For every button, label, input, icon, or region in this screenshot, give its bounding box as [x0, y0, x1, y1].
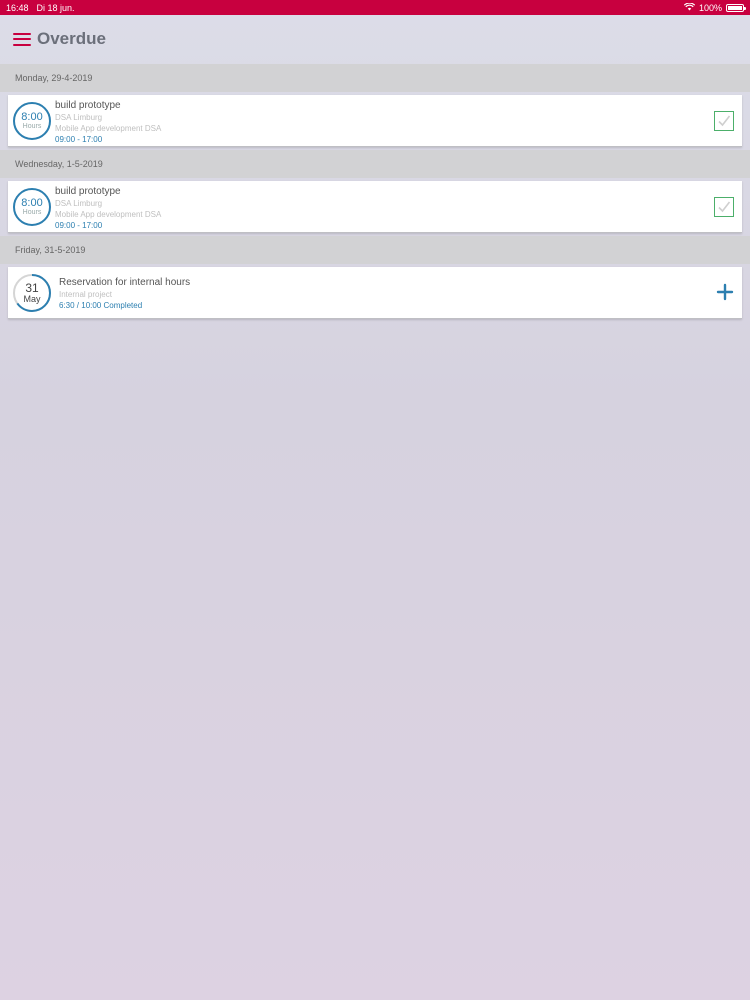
item-details: Reservation for internal hours Internal … — [59, 277, 702, 311]
ring-month: May — [23, 294, 41, 304]
status-time: 16:48 — [6, 2, 29, 13]
plus-icon[interactable] — [716, 283, 734, 301]
item-title: build prototype — [55, 186, 121, 197]
wifi-icon — [683, 1, 696, 13]
list-item[interactable]: 8:00 Hours build prototype DSA Limburg M… — [8, 181, 742, 233]
item-title: Reservation for internal hours — [59, 277, 191, 288]
ring-day: 31 — [25, 281, 39, 295]
item-project: Mobile App development DSA — [55, 124, 162, 133]
ring-unit: Hours — [22, 123, 42, 130]
battery-percent: 100% — [698, 2, 722, 13]
ring-value: 8:00 — [21, 111, 43, 123]
ring-unit: Hours — [22, 209, 42, 216]
item-project: Internal project — [59, 290, 112, 299]
section-date-header: Wednesday, 1-5-2019 — [0, 150, 750, 178]
check-icon[interactable] — [714, 111, 734, 131]
item-customer: DSA Limburg — [55, 113, 103, 122]
item-time: 09:00 - 17:00 — [55, 221, 103, 230]
item-title: build prototype — [55, 100, 121, 111]
status-bar: 16:48 Di 18 jun. 100% — [0, 0, 750, 15]
item-customer: DSA Limburg — [55, 199, 103, 208]
item-details: build prototype DSA Limburg Mobile App d… — [55, 186, 702, 231]
check-icon[interactable] — [714, 197, 734, 217]
status-date: Di 18 jun. — [36, 2, 75, 13]
page-title: Overdue — [37, 29, 106, 48]
item-time: 09:00 - 17:00 — [55, 135, 103, 144]
ring-value: 8:00 — [21, 197, 43, 209]
item-details: build prototype DSA Limburg Mobile App d… — [55, 100, 702, 145]
section-date-header: Monday, 29-4-2019 — [0, 64, 750, 92]
section-date-header: Friday, 31-5-2019 — [0, 236, 750, 264]
battery-icon — [726, 3, 746, 12]
item-project: Mobile App development DSA — [55, 210, 162, 219]
hamburger-menu-icon[interactable] — [13, 32, 31, 46]
list-item[interactable]: 8:00 Hours build prototype DSA Limburg M… — [8, 95, 742, 147]
list-item[interactable]: 31 May Reservation for internal hours In… — [8, 267, 742, 319]
header: Overdue — [0, 15, 750, 63]
item-progress-text: 6:30 / 10:00 Completed — [59, 301, 143, 310]
